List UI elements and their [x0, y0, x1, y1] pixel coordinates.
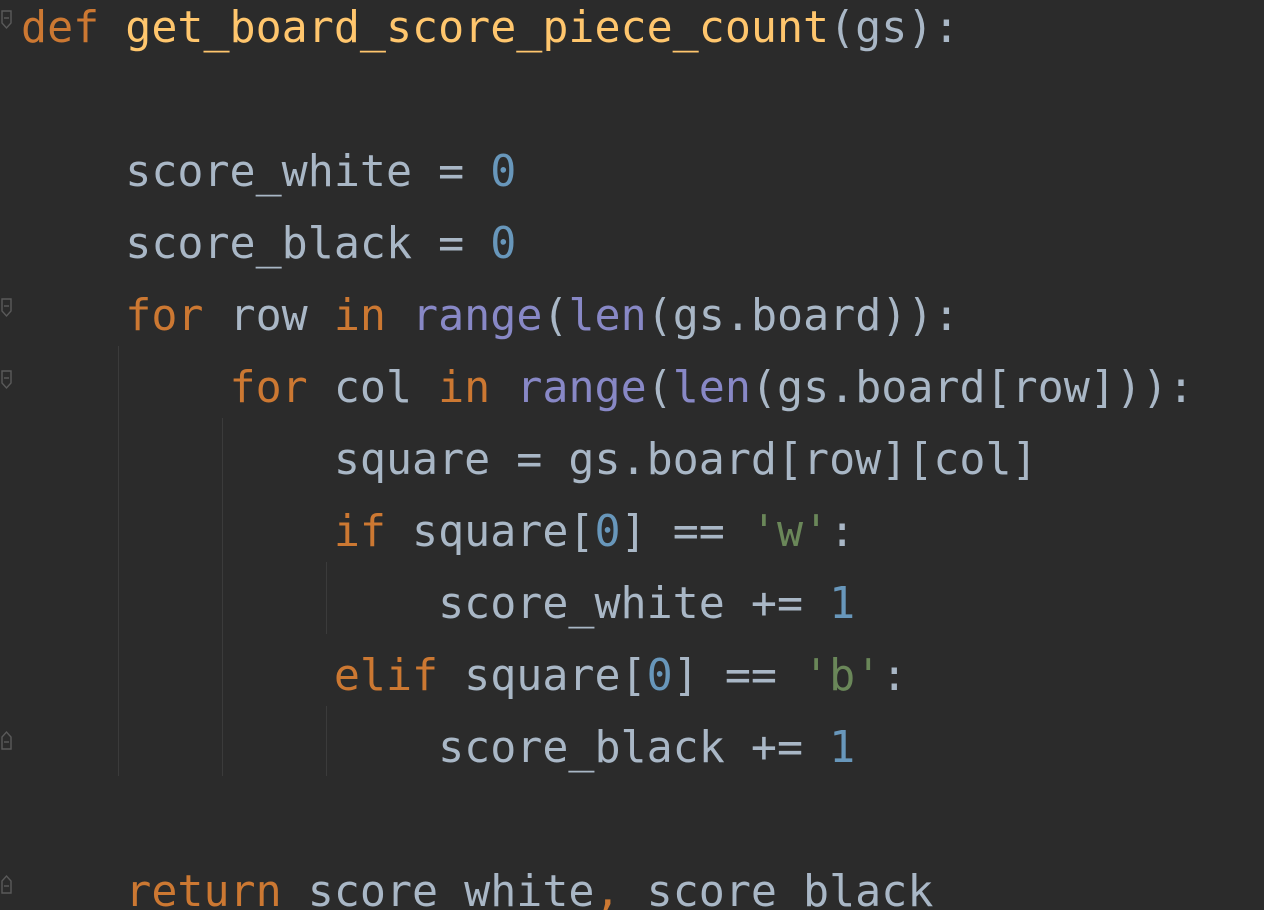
code-token: ] ==: [620, 507, 751, 557]
code-token: score_black: [125, 219, 413, 269]
code-line[interactable]: [21, 64, 1261, 136]
code-line[interactable]: def get_board_score_piece_count(gs):: [21, 0, 1261, 64]
code-token: :: [881, 651, 908, 701]
indent-guide: [118, 346, 119, 776]
code-token: for: [229, 363, 308, 413]
fold-close-icon[interactable]: [1, 874, 14, 894]
code-token: :: [829, 507, 856, 557]
code-token: col: [307, 363, 439, 413]
code-line[interactable]: if square[0] == 'w':: [21, 496, 1261, 568]
code-token: square = gs.board[row][col]: [333, 435, 1038, 485]
code-token: 1: [829, 723, 856, 773]
code-token: 0: [490, 147, 517, 197]
code-line[interactable]: square = gs.board[row][col]: [21, 424, 1261, 496]
code-token: (gs.board)):: [646, 291, 960, 341]
code-token: 'w': [750, 507, 830, 557]
code-line[interactable]: elif square[0] == 'b':: [21, 640, 1261, 712]
indent-guide: [326, 562, 327, 634]
code-token: 0: [646, 651, 673, 701]
code-token: range: [516, 363, 647, 413]
code-token: (gs):: [829, 3, 960, 53]
code-token: range: [412, 291, 543, 341]
code-token: 'b': [803, 651, 882, 701]
code-token: elif: [333, 651, 439, 701]
code-line[interactable]: score_white += 1: [21, 568, 1261, 640]
code-token: score_white: [125, 147, 413, 197]
code-token: if: [333, 507, 386, 557]
indent-guide: [222, 418, 223, 776]
fold-gutter: [0, 0, 22, 910]
code-token: return: [125, 867, 282, 910]
code-token: for: [125, 291, 204, 341]
code-token: (: [646, 363, 673, 413]
fold-close-icon[interactable]: [1, 730, 14, 750]
code-token: (: [542, 291, 569, 341]
code-token: 1: [829, 579, 856, 629]
code-line[interactable]: score_black += 1: [21, 712, 1261, 784]
code-token: 0: [490, 219, 517, 269]
code-token: score_black +=: [438, 723, 830, 773]
code-line[interactable]: for col in range(len(gs.board[row])):: [21, 352, 1261, 424]
code-token: get_board_score_piece_count: [125, 3, 830, 53]
code-token: len: [568, 291, 647, 341]
code-token: row: [203, 291, 334, 341]
code-line[interactable]: return score_white, score_black: [21, 856, 1261, 910]
code-line[interactable]: score_white = 0: [21, 136, 1261, 208]
code-token: ] ==: [672, 651, 804, 701]
code-line[interactable]: [21, 784, 1261, 856]
code-editor[interactable]: def get_board_score_piece_count(gs): sco…: [0, 0, 1264, 910]
indent-guide: [326, 706, 327, 776]
code-token: =: [412, 219, 491, 269]
code-token: =: [412, 147, 491, 197]
code-token: in: [438, 363, 491, 413]
code-line[interactable]: score_black = 0: [21, 208, 1261, 280]
code-line[interactable]: for row in range(len(gs.board)):: [21, 280, 1261, 352]
code-token: score_white: [281, 867, 595, 910]
code-token: square[: [438, 651, 647, 701]
code-token: score_black: [620, 867, 934, 910]
code-token: ,: [594, 867, 621, 910]
code-area[interactable]: def get_board_score_piece_count(gs): sco…: [21, 0, 1261, 910]
code-token: 0: [594, 507, 621, 557]
fold-open-icon[interactable]: [1, 10, 14, 30]
code-token: def: [21, 3, 100, 53]
code-token: score_white +=: [438, 579, 830, 629]
fold-open-icon[interactable]: [1, 298, 14, 318]
code-token: square[: [385, 507, 595, 557]
code-token: len: [672, 363, 751, 413]
code-token: in: [333, 291, 386, 341]
fold-open-icon[interactable]: [1, 370, 14, 390]
code-token: (gs.board[row])):: [750, 363, 1195, 413]
